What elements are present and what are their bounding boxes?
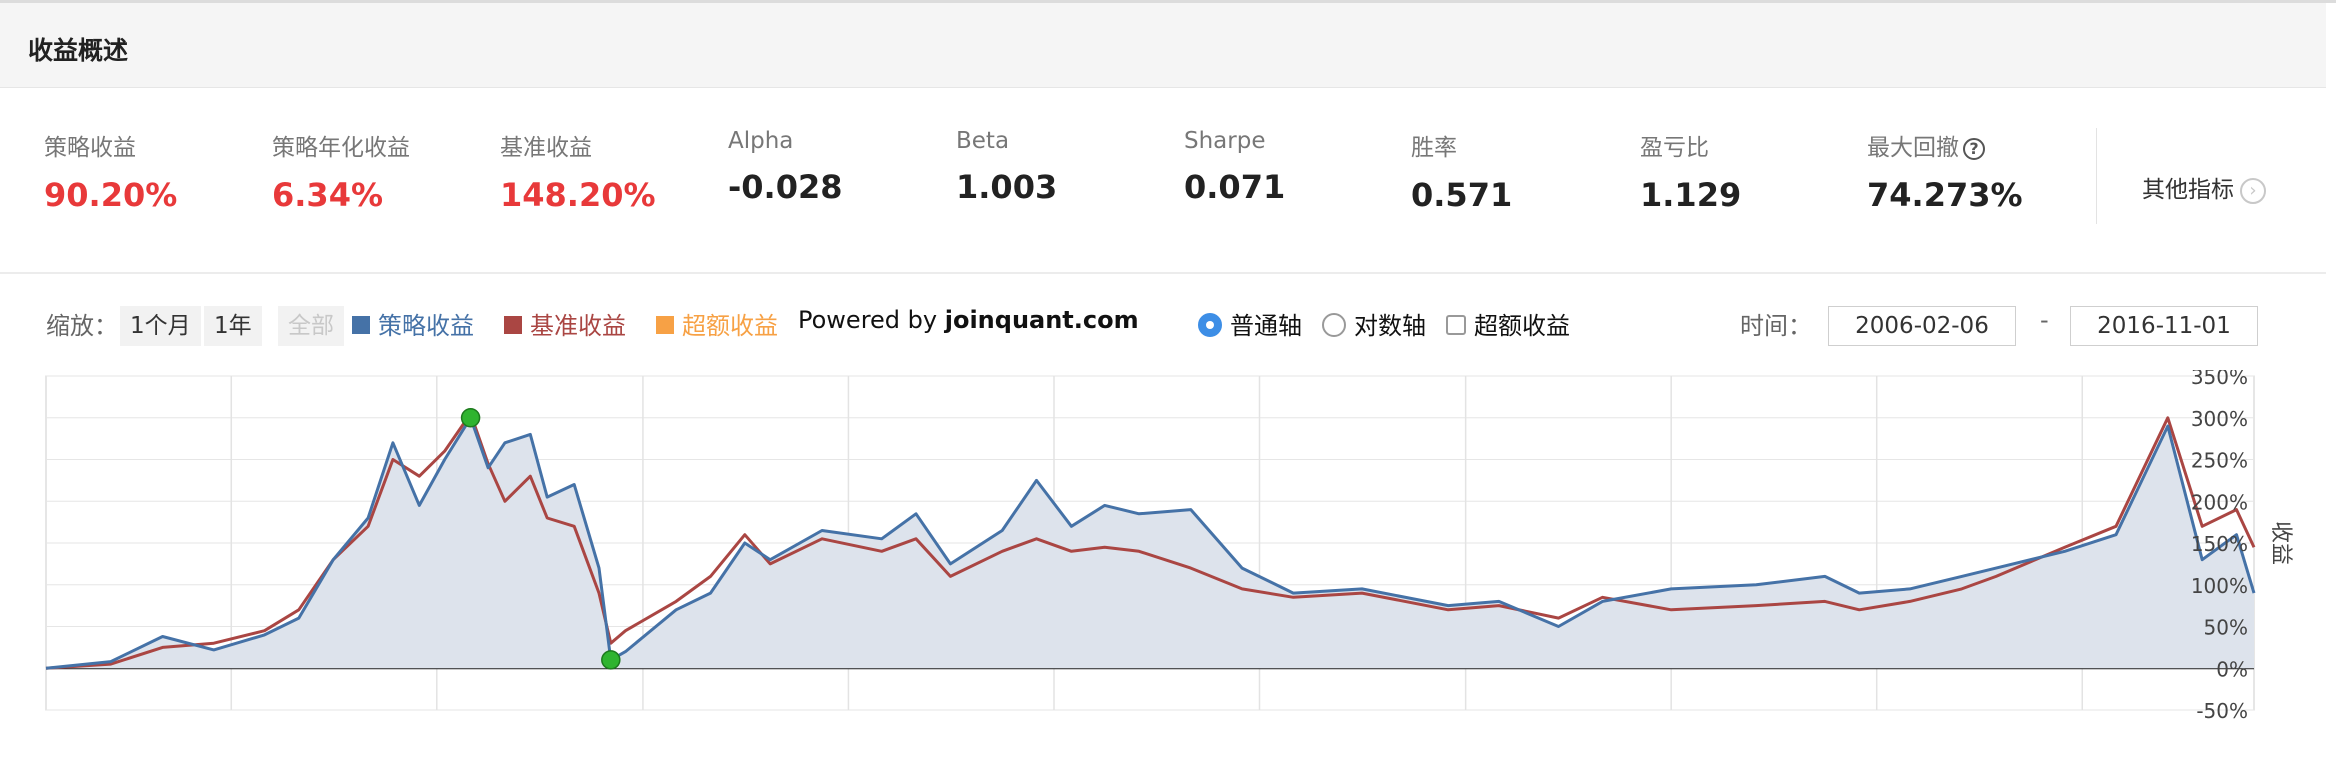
metric-strategy-return: 策略收益 90.20%: [44, 128, 177, 214]
excess-return-toggle[interactable]: 超额收益: [1446, 306, 1570, 341]
metric-label: 基准收益: [500, 135, 592, 161]
other-metrics-label: 其他指标: [2142, 177, 2234, 203]
y-tick-label: 0%: [2216, 657, 2248, 681]
end-date-input[interactable]: 2016-11-01: [2070, 306, 2258, 346]
metric-alpha: Alpha -0.028: [728, 128, 843, 206]
date-separator: -: [2040, 306, 2049, 334]
y-axis-label: 收益: [2268, 521, 2293, 565]
metric-label: 策略年化收益: [272, 135, 410, 161]
legend-excess[interactable]: 超额收益: [656, 306, 778, 341]
legend-square-icon: [504, 316, 522, 334]
y-tick-label: 250%: [2191, 449, 2248, 473]
metric-value: 1.003: [956, 168, 1058, 206]
y-tick-label: 350%: [2191, 370, 2248, 389]
metric-beta: Beta 1.003: [956, 128, 1057, 206]
y-tick-label: 100%: [2191, 574, 2248, 598]
drawdown-marker: [601, 650, 621, 670]
legend-square-icon: [656, 316, 674, 334]
legend-square-icon: [352, 316, 370, 334]
legend-label: 策略收益: [378, 312, 474, 340]
zoom-label: 缩放：: [46, 312, 118, 340]
metric-profit-loss-ratio: 盈亏比 1.129: [1640, 128, 1741, 214]
powered-by-site[interactable]: joinquant.com: [945, 306, 1139, 334]
axis-log-option[interactable]: 对数轴: [1322, 306, 1426, 341]
panel-header: 收益概述: [0, 3, 2326, 88]
metric-label: Alpha: [728, 128, 794, 154]
metric-label-text: 最大回撤: [1867, 135, 1959, 161]
metric-value: 0.571: [1411, 176, 1513, 214]
panel-title: 收益概述: [28, 36, 129, 65]
metric-value: 0.071: [1184, 168, 1286, 206]
checkbox-icon: [1446, 315, 1466, 335]
axis-option-label: 普通轴: [1230, 312, 1302, 340]
metric-label: 胜率: [1411, 135, 1457, 161]
zoom-1-month-button[interactable]: 1个月: [120, 306, 201, 346]
powered-by-prefix: Powered by: [798, 306, 945, 334]
metric-label: 盈亏比: [1640, 135, 1709, 161]
metric-benchmark-return: 基准收益 148.20%: [500, 128, 656, 214]
metric-sharpe: Sharpe 0.071: [1184, 128, 1285, 206]
legend-label: 基准收益: [530, 312, 626, 340]
metric-label: Sharpe: [1184, 128, 1266, 154]
metric-value: 90.20%: [44, 176, 178, 214]
metrics-divider: [2096, 128, 2097, 224]
y-tick-label: 150%: [2191, 532, 2248, 556]
metric-value: 6.34%: [272, 176, 384, 214]
chevron-right-icon: ›: [2240, 177, 2266, 204]
metric-annualized-return: 策略年化收益 6.34%: [272, 128, 410, 214]
chart-controls: 缩放： 1个月 1年 全部 策略收益 基准收益 超额收益 Powered by …: [0, 300, 2336, 350]
powered-by: Powered by joinquant.com: [798, 306, 1139, 334]
radio-selected-icon: [1198, 313, 1222, 337]
metric-value: 148.20%: [500, 176, 656, 214]
drawdown-marker: [460, 408, 481, 428]
legend-label: 超额收益: [682, 312, 778, 340]
metrics-bar: 策略收益 90.20% 策略年化收益 6.34% 基准收益 148.20% Al…: [0, 88, 2326, 274]
returns-chart[interactable]: 350% 300% 250% 200% 150% 100% 50% 0% -50% 收益: [0, 370, 2336, 722]
start-date-input[interactable]: 2006-02-06: [1828, 306, 2016, 346]
help-icon[interactable]: ?: [1963, 137, 1985, 160]
axis-normal-option[interactable]: 普通轴: [1198, 306, 1302, 341]
metric-label: 策略收益: [44, 135, 136, 161]
other-metrics-button[interactable]: 其他指标 ›: [2142, 170, 2266, 204]
y-tick-label: 300%: [2191, 407, 2248, 431]
returns-overview-panel: 收益概述 策略收益 90.20% 策略年化收益 6.34% 基准收益 148.2…: [0, 0, 2336, 762]
y-tick-label: -50%: [2196, 699, 2248, 722]
metric-label: 最大回撤?: [1867, 128, 2023, 162]
metric-max-drawdown: 最大回撤? 74.273%: [1867, 128, 2023, 214]
time-label: 时间：: [1740, 312, 1812, 340]
metric-value: 1.129: [1640, 176, 1742, 214]
axis-option-label: 对数轴: [1354, 312, 1426, 340]
metric-value: 74.273%: [1867, 176, 2023, 214]
metric-value: -0.028: [728, 168, 843, 206]
legend-strategy[interactable]: 策略收益: [352, 306, 474, 341]
metric-label: Beta: [956, 128, 1010, 154]
zoom-1-year-button[interactable]: 1年: [204, 306, 262, 346]
metric-win-rate: 胜率 0.571: [1411, 128, 1512, 214]
radio-icon: [1322, 313, 1346, 337]
y-tick-label: 200%: [2191, 490, 2248, 514]
zoom-all-button[interactable]: 全部: [278, 306, 344, 346]
excess-return-label: 超额收益: [1474, 312, 1570, 340]
legend-benchmark[interactable]: 基准收益: [504, 306, 626, 341]
y-tick-label: 50%: [2204, 616, 2248, 640]
